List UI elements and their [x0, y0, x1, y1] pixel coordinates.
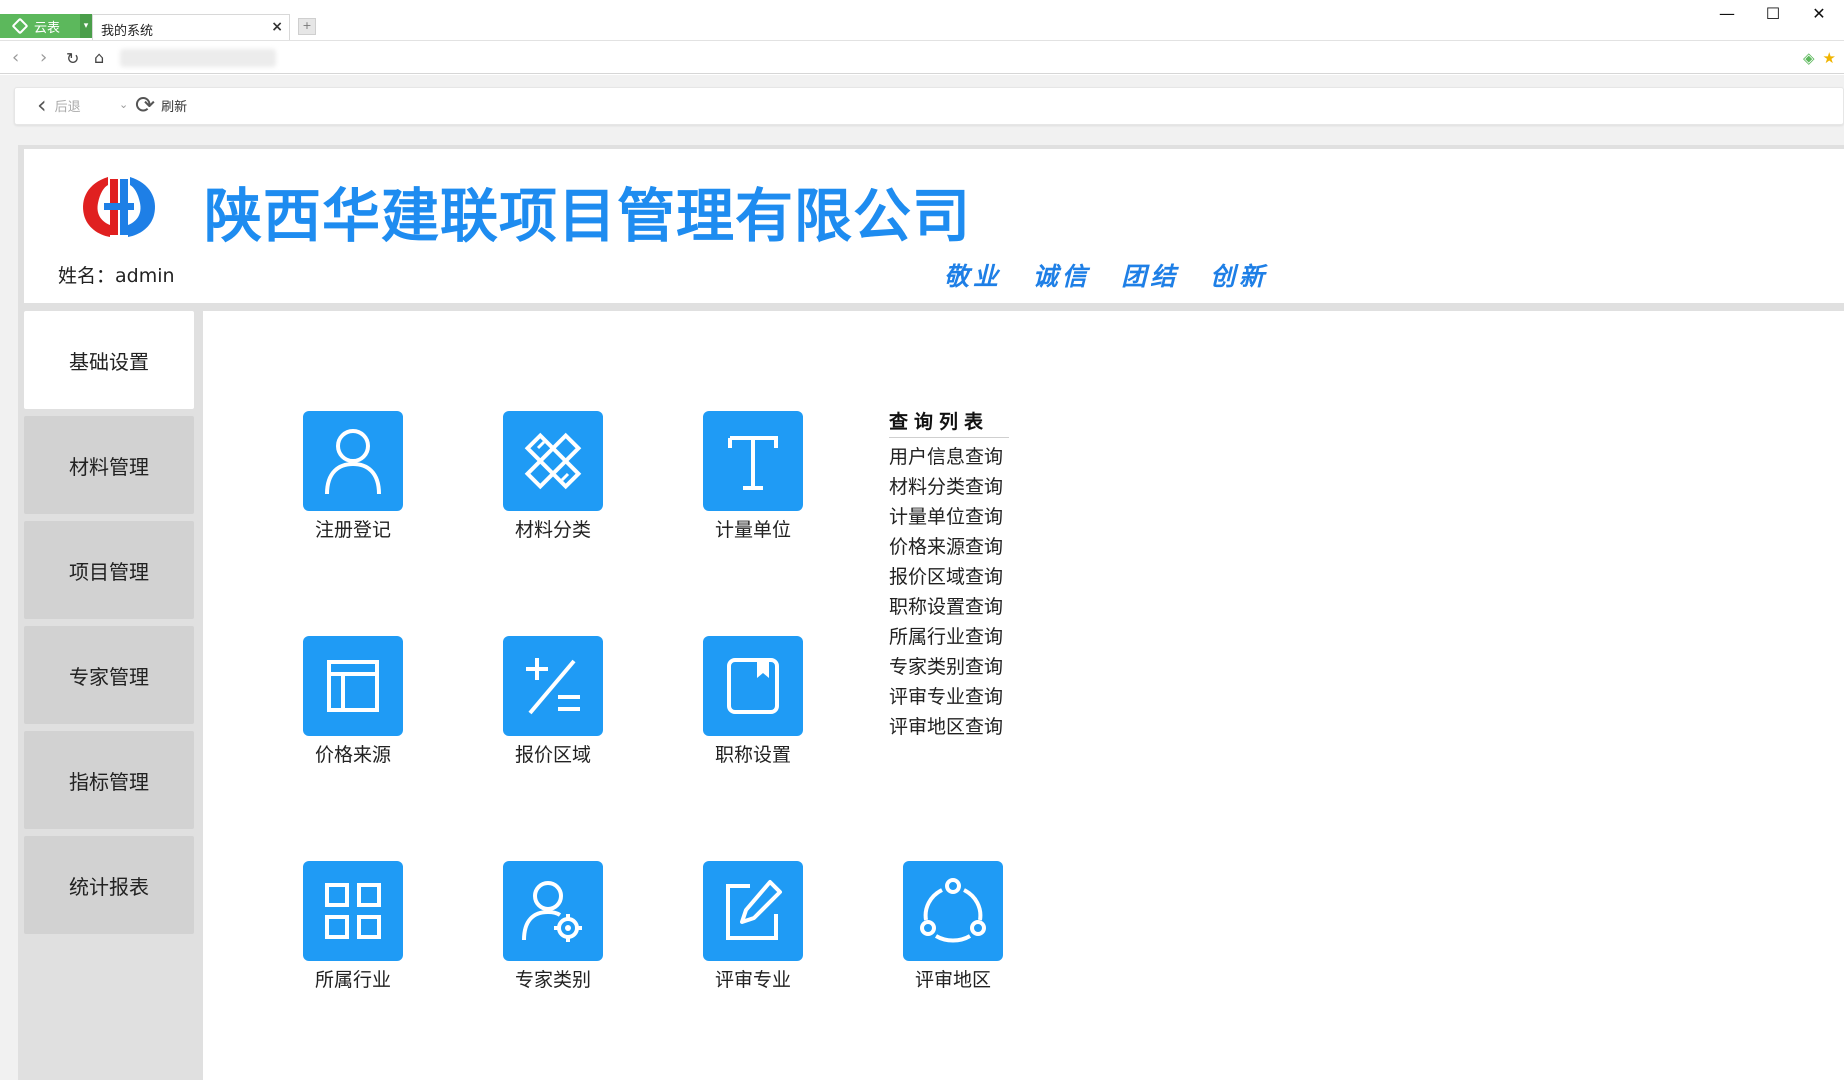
company-logo-icon: [83, 177, 155, 237]
tile-icon-box: [703, 636, 803, 736]
tile-icon-box: [903, 861, 1003, 961]
content-frame: 陕西华建联项目管理有限公司 姓名：admin 敬业 诚信 团结 创新 基础设置 …: [18, 145, 1844, 1080]
sidebar-item-basic-settings[interactable]: 基础设置: [24, 311, 194, 409]
reload-icon[interactable]: ↻: [66, 49, 79, 68]
back-label: 后退: [54, 99, 81, 115]
tile-label: 专家类别: [514, 969, 591, 991]
edit-icon: [726, 880, 782, 940]
tile-label: 计量单位: [714, 519, 791, 541]
tile-icon-box: [503, 411, 603, 511]
tile-review-specialty[interactable]: 评审专业: [703, 861, 803, 992]
tile-price-source[interactable]: 价格来源: [303, 636, 403, 767]
query-link-review-region[interactable]: 评审地区查询: [889, 712, 1009, 742]
chevron-left-icon: ‹: [37, 91, 47, 119]
home-icon[interactable]: ⌂: [94, 48, 104, 67]
tile-label: 注册登记: [314, 519, 391, 541]
favorite-star-icon[interactable]: ★: [1823, 49, 1836, 67]
tab-title: 我的系统: [101, 24, 154, 39]
tile-unit[interactable]: 计量单位: [703, 411, 803, 542]
maximize-button[interactable]: ☐: [1758, 4, 1788, 28]
sidebar-item-projects[interactable]: 项目管理: [24, 521, 194, 619]
ruler-pencil-icon: [524, 432, 582, 490]
tile-label: 价格来源: [314, 744, 391, 766]
nav-back-icon[interactable]: ‹: [12, 47, 19, 68]
address-actions: ◈ ★: [1803, 49, 1836, 67]
tile-title-settings[interactable]: 职称设置: [703, 636, 803, 767]
tab-close-icon[interactable]: ×: [271, 19, 283, 35]
app-name: 云表: [34, 20, 61, 36]
refresh-label: 刷新: [161, 99, 188, 115]
tile-expert-category[interactable]: 专家类别: [503, 861, 603, 992]
sidebar: 基础设置 材料管理 项目管理 专家管理 指标管理 统计报表: [24, 311, 194, 1080]
share-nodes-icon: [920, 878, 986, 943]
bookmark-icon: [727, 658, 779, 714]
query-link-industry[interactable]: 所属行业查询: [889, 622, 1009, 652]
tile-label: 评审专业: [714, 969, 791, 991]
app-logo-icon: [11, 17, 29, 35]
nav-forward-icon[interactable]: ›: [40, 47, 47, 68]
query-link-review-specialty[interactable]: 评审专业查询: [889, 682, 1009, 712]
tile-industry[interactable]: 所属行业: [303, 861, 403, 992]
sidebar-item-materials[interactable]: 材料管理: [24, 416, 194, 514]
tile-icon-box: [703, 411, 803, 511]
tile-icon-box: [503, 636, 603, 736]
tile-label: 报价区域: [514, 744, 591, 766]
page: ‹ 后退 ⌄ ⟳ 刷新 陕西华建联项目管理有限公司 姓名：admin 敬业 诚信…: [0, 75, 1844, 1080]
query-link-title-settings[interactable]: 职称设置查询: [889, 592, 1009, 622]
extension-icon[interactable]: ◈: [1803, 49, 1815, 67]
tile-quote-region[interactable]: 报价区域: [503, 636, 603, 767]
tile-icon-box: [303, 861, 403, 961]
query-list-title: 查询列表: [889, 407, 1009, 438]
tile-label: 材料分类: [514, 519, 591, 541]
tile-label: 评审地区: [914, 969, 991, 991]
browser-tabbar: 云表 ▾ 我的系统 × + — ☐ ✕: [0, 0, 1844, 40]
company-header: 陕西华建联项目管理有限公司 姓名：admin 敬业 诚信 团结 创新: [24, 149, 1844, 303]
back-button[interactable]: ‹ 后退: [37, 91, 81, 119]
query-link-material-category[interactable]: 材料分类查询: [889, 472, 1009, 502]
refresh-icon: ⟳: [135, 91, 156, 119]
query-link-unit[interactable]: 计量单位查询: [889, 502, 1009, 532]
app-menu-button[interactable]: 云表: [0, 14, 80, 38]
plus-minus-icon: [526, 658, 580, 715]
tile-icon-box: [703, 861, 803, 961]
sidebar-item-indicators[interactable]: 指标管理: [24, 731, 194, 829]
sidebar-item-reports[interactable]: 统计报表: [24, 836, 194, 934]
url-input[interactable]: [120, 49, 276, 67]
tile-registration[interactable]: 注册登记: [303, 411, 403, 542]
query-link-expert-category[interactable]: 专家类别查询: [889, 652, 1009, 682]
query-link-quote-region[interactable]: 报价区域查询: [889, 562, 1009, 592]
tile-label: 职称设置: [714, 744, 791, 766]
close-window-button[interactable]: ✕: [1804, 4, 1834, 28]
text-t-icon: [728, 436, 778, 490]
tile-icon-box: [303, 636, 403, 736]
tile-icon-box: [503, 861, 603, 961]
browser-tab[interactable]: 我的系统 ×: [92, 14, 290, 40]
grid-icon: [325, 883, 381, 939]
query-list: 查询列表 用户信息查询 材料分类查询 计量单位查询 价格来源查询 报价区域查询 …: [889, 407, 1009, 742]
query-link-user-info[interactable]: 用户信息查询: [889, 442, 1009, 472]
app-menu-dropdown-icon[interactable]: ▾: [80, 14, 92, 38]
company-title: 陕西华建联项目管理有限公司: [204, 182, 972, 250]
tile-material-category[interactable]: 材料分类: [503, 411, 603, 542]
layout-icon: [327, 660, 379, 712]
page-toolbar: ‹ 后退 ⌄ ⟳ 刷新: [14, 87, 1844, 125]
query-link-price-source[interactable]: 价格来源查询: [889, 532, 1009, 562]
user-icon: [325, 429, 381, 495]
refresh-button[interactable]: ⟳ 刷新: [135, 91, 188, 119]
company-slogan: 敬业 诚信 团结 创新: [944, 262, 1269, 291]
back-history-dropdown-icon[interactable]: ⌄: [119, 98, 128, 111]
sidebar-item-experts[interactable]: 专家管理: [24, 626, 194, 724]
main-panel: 注册登记 材料分类 计量单位 查询列表 用户信息查询 材料分类查询 计量单位查询…: [203, 311, 1844, 1080]
minimize-button[interactable]: —: [1712, 4, 1742, 28]
tile-icon-box: [303, 411, 403, 511]
tile-review-region[interactable]: 评审地区: [903, 861, 1003, 992]
user-name-label: 姓名：admin: [58, 265, 175, 287]
address-bar: ‹ › ↻ ⌂ ◈ ★: [0, 40, 1844, 74]
tile-label: 所属行业: [314, 969, 391, 991]
new-tab-button[interactable]: +: [298, 18, 316, 35]
user-gear-icon: [522, 881, 582, 942]
